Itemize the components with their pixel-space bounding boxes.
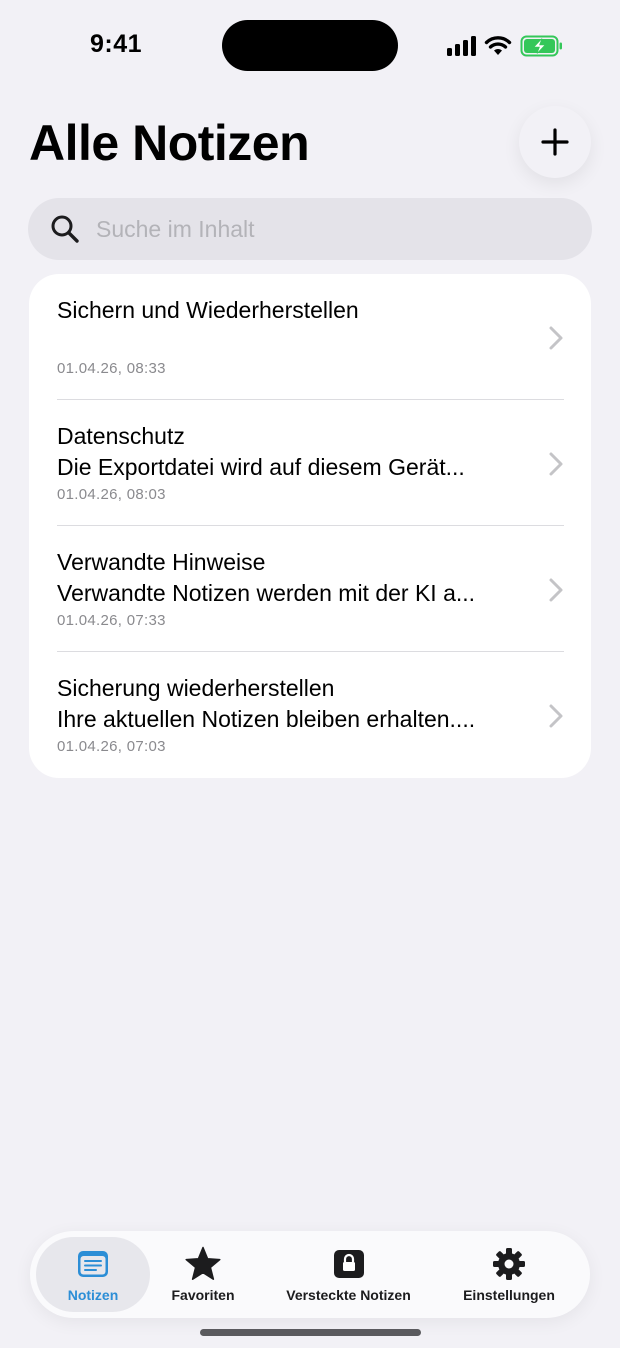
battery-charging-icon — [520, 35, 562, 57]
chevron-right-icon — [549, 704, 563, 728]
note-row[interactable]: Sicherung wiederherstellen Ihre aktuelle… — [29, 652, 591, 778]
status-icons — [447, 33, 564, 59]
note-preview: Verwandte Notizen werden mit der KI a... — [57, 580, 476, 606]
note-row[interactable]: Sichern und Wiederherstellen 01.04.26, 0… — [29, 274, 591, 400]
search-input[interactable] — [96, 198, 536, 260]
cellular-signal-icon — [447, 36, 476, 56]
tab-label: Favoriten — [171, 1287, 235, 1303]
chevron-right-icon — [549, 578, 563, 602]
note-row[interactable]: Verwandte Hinweise Verwandte Notizen wer… — [29, 526, 591, 652]
note-preview: Ihre aktuellen Notizen bleiben erhalten.… — [57, 706, 476, 732]
note-date: 01.04.26, 08:33 — [57, 360, 166, 377]
status-time: 9:41 — [89, 30, 143, 58]
note-row[interactable]: Datenschutz Die Exportdatei wird auf die… — [29, 400, 591, 526]
status-bar: 9:41 — [0, 0, 620, 90]
note-preview: Die Exportdatei wird auf diesem Gerät... — [57, 454, 465, 480]
notes-list: Sichern und Wiederherstellen 01.04.26, 0… — [29, 274, 591, 778]
note-title: Datenschutz — [57, 423, 185, 449]
search-icon — [51, 215, 79, 243]
tab-label: Versteckte Notizen — [286, 1287, 411, 1303]
chevron-right-icon — [549, 326, 563, 350]
tab-notizen[interactable]: Notizen — [36, 1237, 150, 1312]
add-note-button[interactable] — [519, 106, 591, 178]
home-indicator — [200, 1329, 421, 1336]
chevron-right-icon — [549, 452, 563, 476]
plus-icon — [541, 128, 569, 156]
tab-favoriten[interactable]: Favoriten — [152, 1231, 254, 1318]
note-date: 01.04.26, 07:03 — [57, 738, 166, 755]
tab-bar: Notizen Favoriten Versteckte Notizen Ein… — [30, 1231, 590, 1318]
search-bar[interactable] — [28, 198, 592, 260]
tab-versteckte-notizen[interactable]: Versteckte Notizen — [270, 1231, 427, 1318]
note-title: Sicherung wiederherstellen — [57, 675, 335, 701]
star-icon — [185, 1246, 221, 1280]
note-date: 01.04.26, 07:33 — [57, 612, 166, 629]
page-title: Alle Notizen — [29, 115, 310, 171]
tab-label: Notizen — [67, 1287, 119, 1303]
note-date: 01.04.26, 08:03 — [57, 486, 166, 503]
lock-icon — [333, 1250, 364, 1278]
tab-einstellungen[interactable]: Einstellungen — [450, 1231, 568, 1318]
dynamic-island — [222, 20, 398, 71]
notes-icon — [78, 1251, 108, 1277]
gear-icon — [493, 1248, 525, 1280]
tab-label: Einstellungen — [463, 1287, 555, 1303]
wifi-icon — [484, 36, 512, 55]
note-title: Verwandte Hinweise — [57, 549, 266, 575]
note-title: Sichern und Wiederherstellen — [57, 297, 359, 323]
